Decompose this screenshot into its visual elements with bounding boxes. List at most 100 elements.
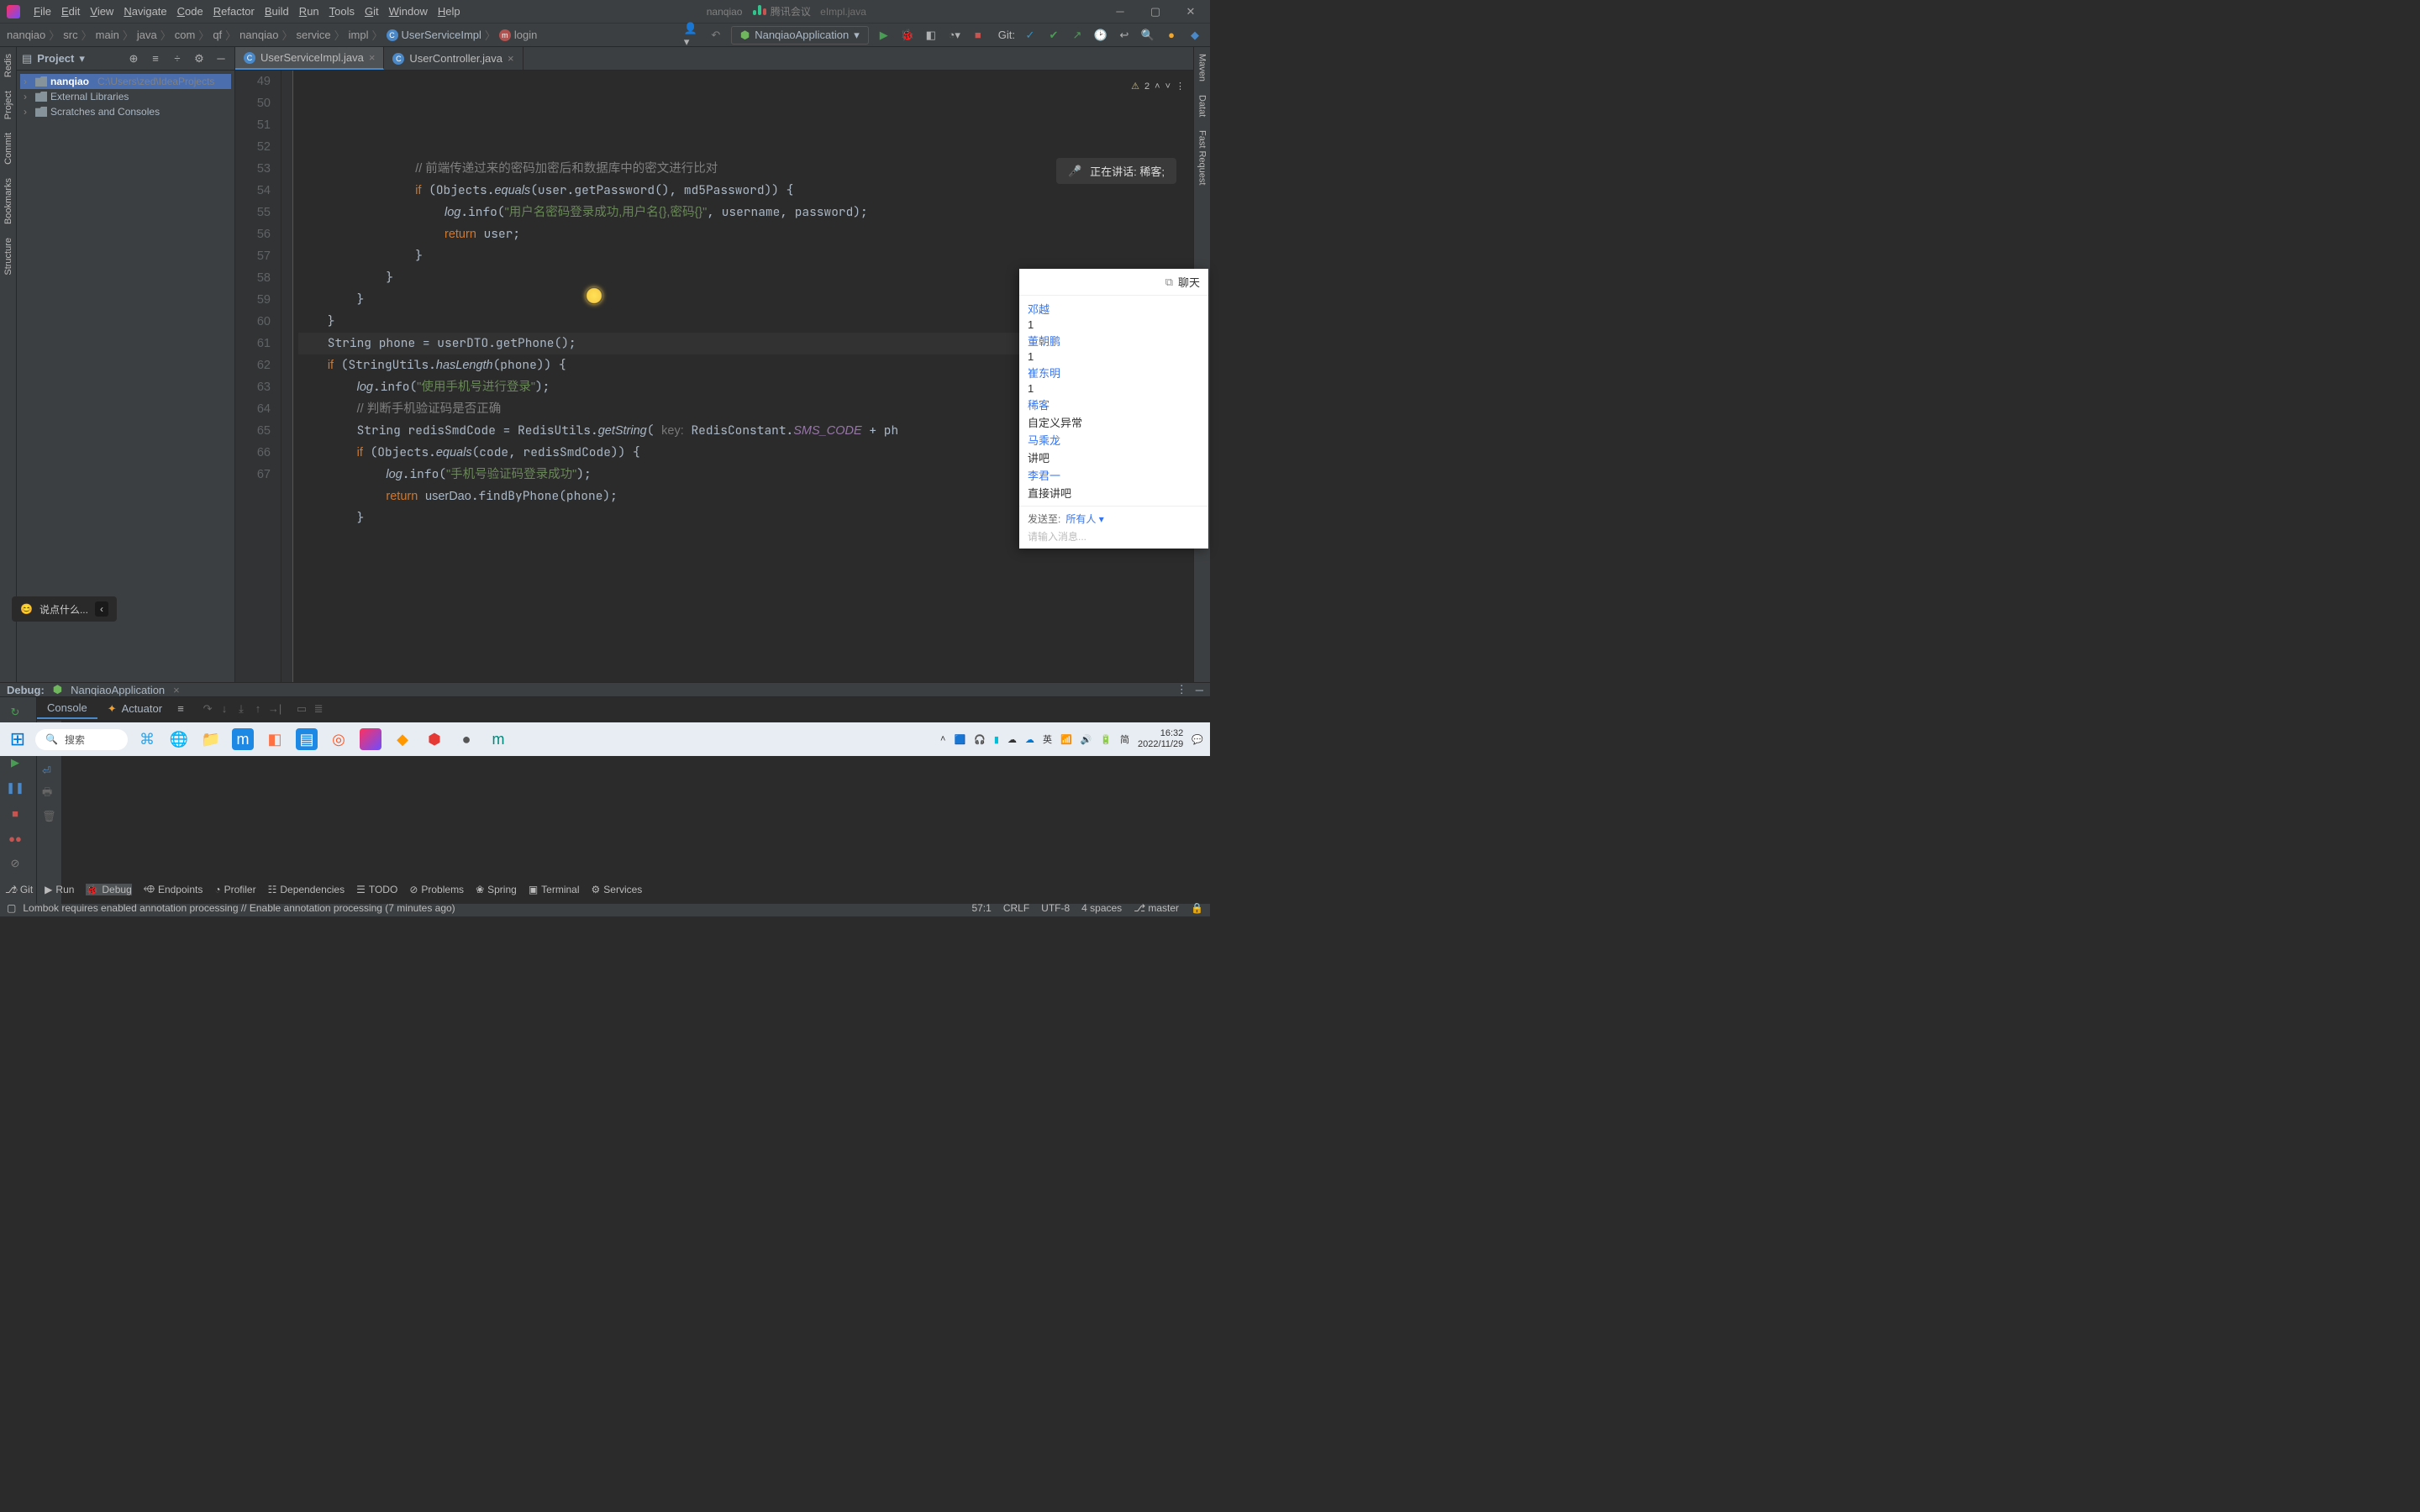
tree-external-libraries[interactable]: ›External Libraries	[20, 89, 231, 104]
more-icon[interactable]: ⋮	[1176, 76, 1185, 97]
tool-problems[interactable]: ⊘Problems	[409, 884, 464, 895]
clear-icon[interactable]: 🗑	[42, 810, 56, 823]
sublime-icon[interactable]: ◆	[392, 728, 413, 750]
breadcrumb-src[interactable]: src	[63, 29, 77, 41]
ime-lang[interactable]: 英	[1043, 732, 1052, 746]
trace-icon[interactable]: ≣	[310, 701, 327, 717]
intellij-icon[interactable]	[360, 728, 381, 750]
menu-help[interactable]: Help	[433, 3, 466, 19]
system-tray[interactable]: ˄ 🟦 🎧 ▮ ☁ ☁ 英 📶 🔊 🔋 简 16:32 2022/11/29 💬	[940, 728, 1203, 750]
close-button[interactable]: ✕	[1178, 5, 1203, 18]
stop-button[interactable]: ■	[5, 803, 25, 823]
breadcrumb-login[interactable]: login	[514, 29, 537, 41]
notifications-icon[interactable]: 💬	[1192, 734, 1203, 745]
menu-run[interactable]: Run	[294, 3, 324, 19]
tool-dependencies[interactable]: ☷Dependencies	[268, 884, 345, 895]
expand-all-icon[interactable]: ≡	[147, 50, 164, 67]
print-icon[interactable]: 🖶	[42, 785, 56, 803]
menu-view[interactable]: View	[85, 3, 118, 19]
meeting-indicator[interactable]: 腾讯会议	[752, 4, 811, 18]
search-icon[interactable]: 🔍	[1139, 27, 1156, 44]
line-separator[interactable]: CRLF	[1003, 902, 1029, 914]
tool-run[interactable]: ▶Run	[45, 884, 74, 895]
gutter-bookmarks[interactable]: Bookmarks	[2, 171, 15, 231]
rerun-button[interactable]: ↻	[5, 702, 25, 722]
tray-chevron-icon[interactable]: ˄	[940, 734, 945, 744]
taskbar-search[interactable]: 🔍 搜索	[35, 729, 128, 750]
breadcrumb-java[interactable]: java	[137, 29, 157, 41]
speaking-indicator[interactable]: 🎤 正在讲话: 稀客;	[1056, 158, 1176, 184]
gutter-maven[interactable]: Maven	[1196, 47, 1209, 88]
status-message[interactable]: Lombok requires enabled annotation proce…	[23, 902, 455, 914]
git-push-icon[interactable]: ↗	[1069, 27, 1086, 44]
maximize-button[interactable]: ▢	[1143, 5, 1168, 18]
project-tree[interactable]: ›nanqiaoC:\Users\zed\IdeaProjects›Extern…	[17, 71, 234, 123]
app-icon-5[interactable]: ⬢	[424, 728, 445, 750]
tool-endpoints[interactable]: ⬲Endpoints	[144, 883, 203, 895]
fold-gutter[interactable]	[281, 71, 293, 682]
git-update-icon[interactable]: ✓	[1022, 27, 1039, 44]
settings-icon[interactable]: ⚙	[191, 50, 208, 67]
tab-actuator[interactable]: ✦Actuator	[97, 699, 172, 719]
gutter-structure[interactable]: Structure	[2, 231, 15, 282]
run-config-dropdown[interactable]: ⬢ NanqiaoApplication ▾	[731, 26, 869, 45]
send-target-dropdown[interactable]: 所有人 ▾	[1065, 512, 1103, 526]
git-history-icon[interactable]: 🕑	[1092, 27, 1109, 44]
app-icon-7[interactable]: m	[487, 728, 509, 750]
more-icon[interactable]: ⋮	[1176, 683, 1187, 696]
coverage-button[interactable]: ◧	[923, 27, 939, 44]
tab-UserController.java[interactable]: CUserController.java×	[384, 47, 523, 70]
app-icon-4[interactable]: ◎	[328, 728, 350, 750]
file-encoding[interactable]: UTF-8	[1041, 902, 1070, 914]
next-icon[interactable]: ˅	[1165, 76, 1171, 97]
caret-position[interactable]: 57:1	[971, 902, 991, 914]
menu-edit[interactable]: Edit	[56, 3, 85, 19]
step-out-icon[interactable]: ↑	[250, 701, 266, 717]
breadcrumb-qf[interactable]: qf	[213, 29, 222, 41]
breadcrumb-service[interactable]: service	[296, 29, 330, 41]
app-icon-6[interactable]: ●	[455, 728, 477, 750]
tab-console[interactable]: Console	[37, 698, 97, 719]
gutter-commit[interactable]: Commit	[2, 126, 15, 171]
tree-scratches-and-consoles[interactable]: ›Scratches and Consoles	[20, 104, 231, 119]
indent-setting[interactable]: 4 spaces	[1081, 902, 1122, 914]
force-step-icon[interactable]: ⤓	[233, 701, 250, 717]
chevron-down-icon[interactable]: ▾	[79, 52, 85, 66]
tool-terminal[interactable]: ▣Terminal	[529, 884, 580, 895]
start-button[interactable]: ⊞	[7, 728, 29, 750]
breadcrumb-main[interactable]: main	[96, 29, 119, 41]
emoji-icon[interactable]: 😊	[20, 603, 33, 615]
explorer-icon[interactable]: 📁	[200, 728, 222, 750]
tray-icon-3[interactable]: ▮	[994, 734, 999, 745]
menu-git[interactable]: Git	[360, 3, 384, 19]
popout-icon[interactable]: ⧉	[1165, 276, 1173, 289]
chat-popup[interactable]: ⧉ 聊天 邓越1董朝鹏1崔东明1稀客自定义异常马乘龙讲吧李君一直接讲吧 发送至:…	[1019, 269, 1208, 549]
tool-profiler[interactable]: ◔Profiler	[214, 884, 255, 895]
step-over-icon[interactable]: ↷	[199, 701, 216, 717]
tab-UserServiceImpl.java[interactable]: CUserServiceImpl.java×	[235, 47, 384, 70]
windows-taskbar[interactable]: ⊞ 🔍 搜索 ⌘ 🌐 📁 m ◧ ▤ ◎ ◆ ⬢ ● m ˄ 🟦 🎧 ▮ ☁ ☁…	[0, 722, 1210, 756]
lock-icon[interactable]: 🔒	[1191, 902, 1203, 914]
gutter-datat[interactable]: Datat	[1196, 88, 1209, 123]
gutter-fast-request[interactable]: Fast Request	[1196, 123, 1209, 192]
breadcrumb[interactable]: nanqiao〉src〉main〉java〉com〉qf〉nanqiao〉ser…	[7, 27, 684, 43]
menu-build[interactable]: Build	[260, 3, 294, 19]
menu-tools[interactable]: Tools	[324, 3, 360, 19]
ide-settings-icon[interactable]: ◆	[1186, 27, 1203, 44]
battery-icon[interactable]: 🔋	[1100, 734, 1112, 745]
menu-code[interactable]: Code	[172, 3, 208, 19]
tool-debug[interactable]: 🐞Debug	[86, 884, 131, 895]
profile-button[interactable]: ◔▾	[946, 27, 963, 44]
gutter-project[interactable]: Project	[2, 84, 15, 126]
mute-breakpoints-button[interactable]: ⊘	[5, 853, 25, 874]
back-icon[interactable]: ↶	[708, 27, 724, 44]
volume-icon[interactable]: 🔊	[1081, 734, 1092, 745]
debug-button[interactable]: 🐞	[899, 27, 916, 44]
onedrive-icon[interactable]: ☁	[1025, 734, 1034, 745]
app-icon-3[interactable]: ▤	[296, 728, 318, 750]
chat-input[interactable]: 请输入消息...	[1028, 529, 1200, 543]
tool-services[interactable]: ⚙Services	[592, 884, 643, 895]
tray-icon-4[interactable]: ☁	[1007, 734, 1017, 745]
speak-bubble[interactable]: 😊 说点什么... ‹	[12, 596, 117, 622]
ime-mode[interactable]: 简	[1120, 732, 1129, 746]
